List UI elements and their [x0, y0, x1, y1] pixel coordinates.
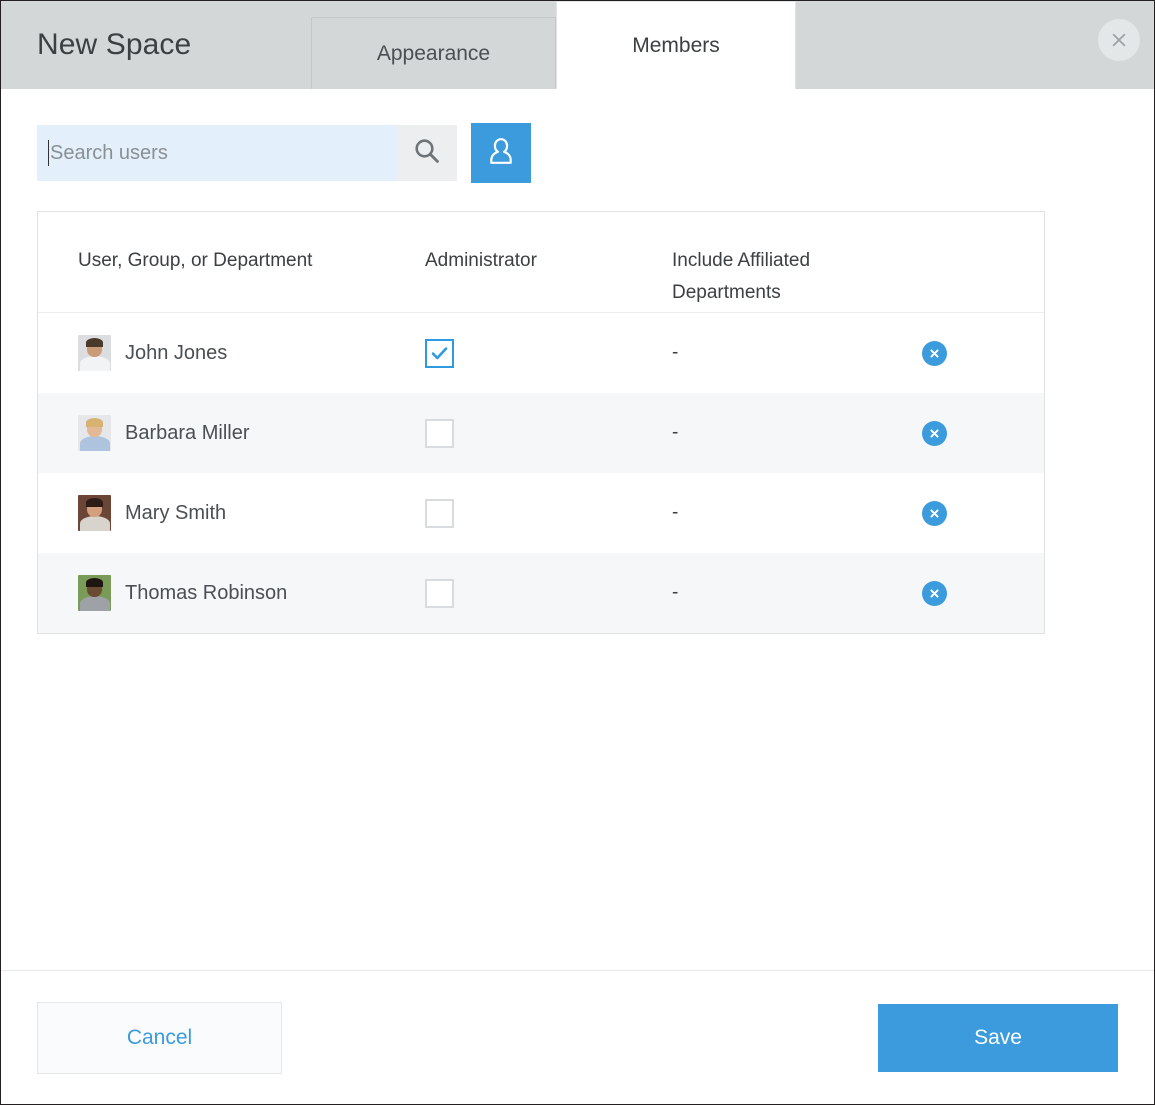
action-cell [922, 340, 1006, 366]
action-cell [922, 580, 1006, 606]
administrator-checkbox[interactable] [425, 338, 454, 368]
tab-appearance-label: Appearance [376, 41, 491, 65]
tab-members[interactable]: Members [556, 1, 796, 89]
table-row: John Jones - [38, 313, 1044, 393]
text-caret [48, 140, 49, 166]
remove-icon [930, 428, 939, 438]
remove-member-button[interactable] [922, 340, 947, 366]
administrator-cell [425, 578, 672, 608]
tab-bar: Appearance Members [311, 1, 796, 89]
remove-icon [930, 588, 939, 598]
dialog-header: New Space Appearance Members [1, 1, 1154, 89]
avatar [78, 335, 111, 371]
cancel-button-label: Cancel [126, 1025, 193, 1049]
affiliated-value: - [672, 422, 679, 443]
search-icon [412, 136, 442, 171]
member-name: Barbara Miller [125, 421, 250, 444]
search-field-wrap[interactable] [37, 125, 397, 181]
member-cell: Thomas Robinson [38, 575, 425, 611]
check-icon [431, 346, 448, 359]
title-zone: New Space [1, 1, 311, 89]
member-cell: Barbara Miller [38, 415, 425, 451]
remove-icon [930, 508, 939, 518]
table-row: Barbara Miller - [38, 393, 1044, 473]
column-header-administrator: Administrator [425, 250, 537, 271]
remove-member-button[interactable] [922, 420, 947, 446]
action-cell [922, 420, 1006, 446]
affiliated-cell: - [672, 582, 922, 604]
affiliated-value: - [672, 582, 679, 603]
page-title: New Space [37, 28, 192, 61]
close-button[interactable] [1098, 19, 1140, 61]
member-name: John Jones [125, 341, 228, 364]
close-icon [1110, 31, 1128, 49]
person-icon [484, 134, 518, 173]
avatar [78, 415, 111, 451]
dialog-body: User, Group, or Department Administrator… [1, 89, 1154, 970]
new-space-dialog: New Space Appearance Members Search user… [0, 0, 1155, 1105]
table-row: Mary Smith - [38, 473, 1044, 553]
member-name: Thomas Robinson [125, 581, 288, 604]
administrator-cell [425, 498, 672, 528]
dialog-footer: Cancel Save [1, 970, 1154, 1104]
add-user-button[interactable] [471, 123, 531, 183]
administrator-cell [425, 338, 672, 368]
save-button[interactable]: Save [878, 1003, 1118, 1072]
member-cell: Mary Smith [38, 495, 425, 531]
column-header-affiliated-line2: Departments [672, 282, 781, 303]
search-row [37, 89, 1118, 183]
tab-appearance[interactable]: Appearance [311, 17, 556, 89]
avatar [78, 495, 111, 531]
column-header-affiliated-departments: Include Affiliated Departments [672, 245, 922, 309]
administrator-checkbox[interactable] [425, 498, 454, 528]
affiliated-cell: - [672, 342, 922, 364]
administrator-checkbox[interactable] [425, 578, 454, 608]
affiliated-value: - [672, 502, 679, 523]
table-header-row: User, Group, or Department Administrator… [38, 212, 1044, 313]
member-cell: John Jones [38, 335, 425, 371]
table-row: Thomas Robinson - [38, 553, 1044, 633]
remove-icon [930, 348, 939, 358]
action-cell [922, 500, 1006, 526]
tab-members-label: Members [632, 33, 720, 57]
search-input[interactable] [50, 126, 397, 180]
column-header-name: User, Group, or Department [78, 250, 313, 271]
remove-member-button[interactable] [922, 500, 947, 526]
administrator-checkbox[interactable] [425, 418, 454, 448]
search-button[interactable] [397, 125, 457, 181]
members-table: User, Group, or Department Administrator… [37, 211, 1045, 634]
cancel-button[interactable]: Cancel [37, 1001, 282, 1074]
affiliated-value: - [672, 342, 679, 363]
save-button-label: Save [974, 1025, 1022, 1049]
remove-member-button[interactable] [922, 580, 947, 606]
member-name: Mary Smith [125, 501, 227, 524]
affiliated-cell: - [672, 422, 922, 444]
administrator-cell [425, 418, 672, 448]
affiliated-cell: - [672, 502, 922, 524]
avatar [78, 575, 111, 611]
column-header-affiliated-line1: Include Affiliated [672, 250, 811, 271]
